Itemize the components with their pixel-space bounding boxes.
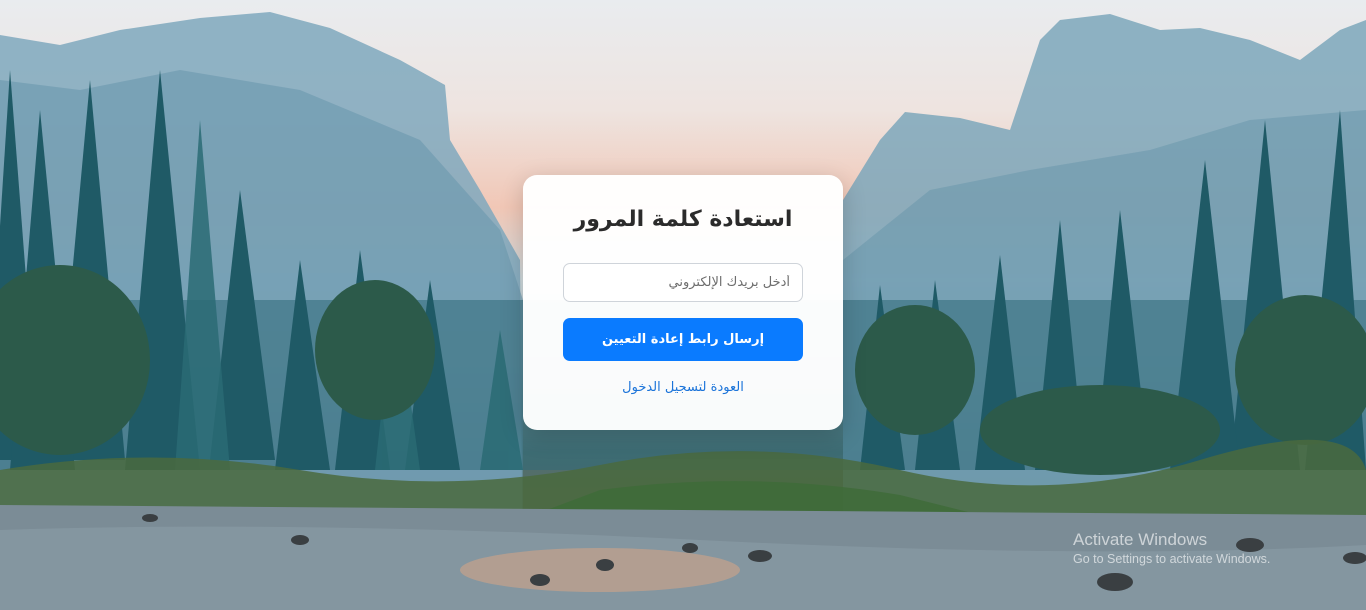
send-reset-link-button[interactable]: إرسال رابط إعادة التعيين xyxy=(563,318,803,361)
watermark-subtitle: Go to Settings to activate Windows. xyxy=(1073,552,1271,566)
watermark-title: Activate Windows xyxy=(1073,530,1208,549)
email-field[interactable] xyxy=(563,263,803,302)
password-reset-card: استعادة كلمة المرور إرسال رابط إعادة الت… xyxy=(523,175,843,430)
page-title: استعادة كلمة المرور xyxy=(573,207,793,232)
activate-windows-watermark: Activate Windows Go to Settings to activ… xyxy=(1073,530,1353,568)
login-page-background: استعادة كلمة المرور إرسال رابط إعادة الت… xyxy=(0,0,1366,610)
back-to-login-link[interactable]: العودة لتسجيل الدخول xyxy=(523,380,843,395)
